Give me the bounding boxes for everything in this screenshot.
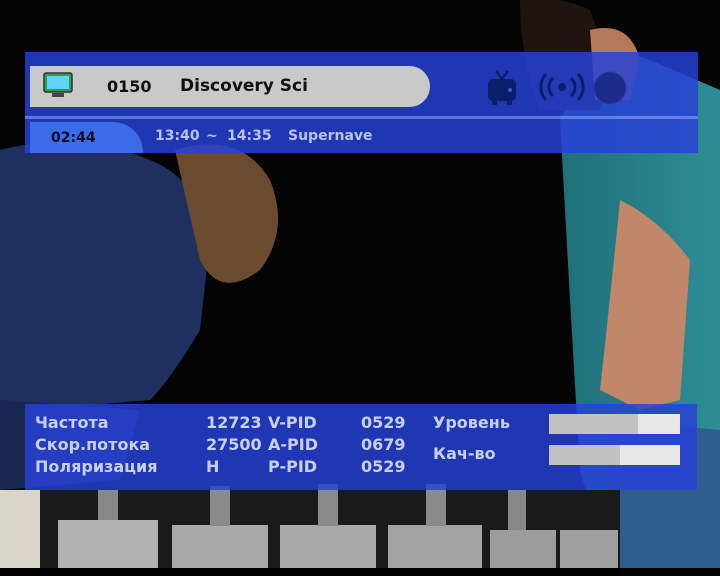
current-time: 02:44	[51, 130, 96, 146]
event-time-separator: ~	[206, 128, 218, 144]
quality-label: Кач-во	[433, 444, 496, 463]
apid-value: 0679	[361, 435, 406, 454]
symbol-rate-label: Скор.потока	[35, 435, 151, 454]
event-end-time: 14:35	[227, 128, 272, 144]
event-start-time: 13:40	[155, 128, 200, 144]
level-bar	[549, 414, 680, 434]
signal-broadcast-icon	[539, 72, 585, 102]
level-label: Уровень	[433, 413, 510, 432]
apid-label: A-PID	[268, 435, 318, 454]
tv-screen-icon	[43, 72, 73, 97]
vpid-value: 0529	[361, 413, 406, 432]
tv-icon	[488, 70, 516, 105]
ppid-value: 0529	[361, 457, 406, 476]
frequency-label: Частота	[35, 413, 109, 432]
polarization-value: H	[206, 457, 220, 476]
channel-number: 0150	[107, 77, 152, 96]
banner-divider	[25, 116, 698, 119]
polarization-label: Поляризация	[35, 457, 158, 476]
channel-info-banner: 0150 Discovery Sci 02:44 13:40 ~ 14:35 S…	[25, 52, 698, 153]
globe-icon	[593, 71, 627, 105]
channel-name: Discovery Sci	[180, 76, 308, 96]
level-bar-fill	[549, 414, 639, 434]
quality-bar-fill	[549, 445, 620, 465]
ppid-label: P-PID	[268, 457, 318, 476]
frequency-value: 12723	[206, 413, 262, 432]
symbol-rate-value: 27500	[206, 435, 262, 454]
quality-bar	[549, 445, 680, 465]
event-title: Supernave	[288, 128, 373, 144]
signal-info-panel: Частота Скор.потока Поляризация 12723 27…	[25, 404, 697, 490]
vpid-label: V-PID	[268, 413, 317, 432]
